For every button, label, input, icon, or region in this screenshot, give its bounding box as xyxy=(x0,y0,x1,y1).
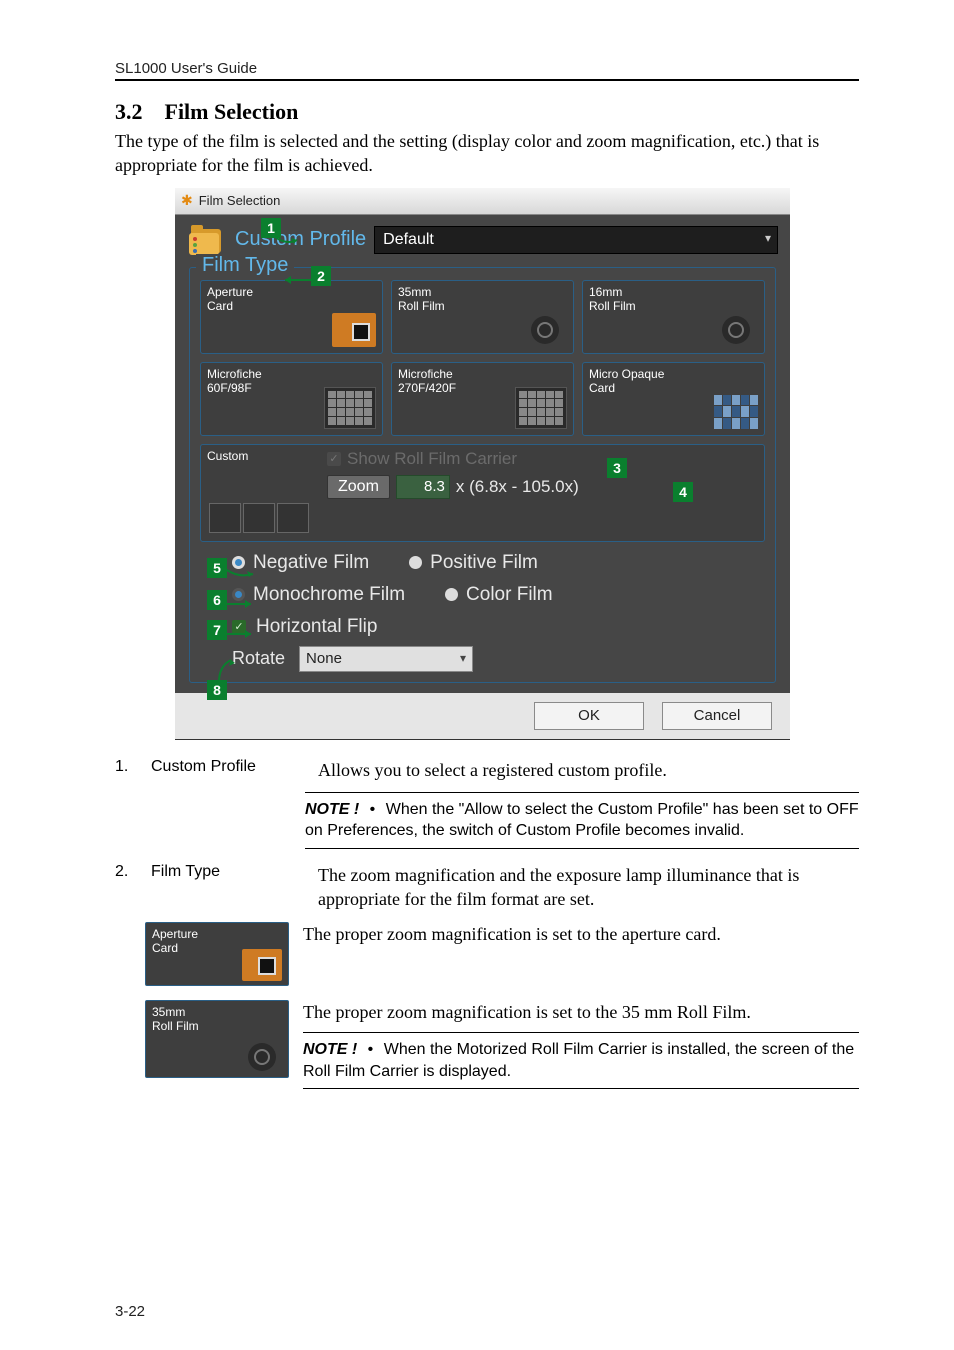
sample-label: Card xyxy=(152,941,178,955)
horizontal-flip-label: Horizontal Flip xyxy=(256,616,377,638)
callout-2: 2 xyxy=(311,266,331,286)
section-intro: The type of the film is selected and the… xyxy=(115,129,859,178)
film-card-label: Microfiche xyxy=(398,367,567,381)
dialog-title: Film Selection xyxy=(199,193,281,208)
roll-film-icon xyxy=(242,1041,282,1073)
note-box: NOTE ! • When the "Allow to select the C… xyxy=(305,792,859,849)
bullet-icon: • xyxy=(364,799,382,821)
section-number: 3.2 xyxy=(115,99,143,124)
film-card-label: Card xyxy=(207,299,376,313)
film-card-fiche270[interactable]: Microfiche 270F/420F xyxy=(391,362,574,436)
sample-desc: The proper zoom magnification is set to … xyxy=(303,1000,859,1024)
zoom-button[interactable]: Zoom xyxy=(327,475,390,499)
roll-film-icon xyxy=(523,313,567,347)
film-card-label: 16mm xyxy=(589,285,758,299)
rotate-value: None xyxy=(306,650,342,667)
gear-icon: ✱ xyxy=(181,192,193,209)
sample-label: 35mm xyxy=(152,1005,185,1019)
callout-arrow xyxy=(227,566,257,580)
callout-8: 8 xyxy=(207,680,227,700)
monochrome-film-label: Monochrome Film xyxy=(253,584,405,606)
sample-desc: The proper zoom magnification is set to … xyxy=(303,922,859,946)
show-roll-checkbox[interactable]: ✓ xyxy=(327,452,341,466)
def-term-custom-profile: Custom Profile xyxy=(151,758,306,776)
rotate-select[interactable]: None xyxy=(299,646,473,672)
section-heading: 3.2 Film Selection xyxy=(115,99,859,125)
callout-6: 6 xyxy=(207,590,227,610)
positive-film-label: Positive Film xyxy=(430,552,538,574)
micro-opaque-icon xyxy=(714,395,758,429)
note-box: NOTE ! • When the Motorized Roll Film Ca… xyxy=(303,1032,859,1089)
film-type-group: Film Type Aperture Card 35mm Roll Film 1… xyxy=(189,267,776,683)
sample-label: Aperture xyxy=(152,927,198,941)
cancel-button[interactable]: Cancel xyxy=(662,702,772,730)
film-card-35mm[interactable]: 35mm Roll Film xyxy=(391,280,574,354)
film-card-opaque[interactable]: Micro Opaque Card xyxy=(582,362,765,436)
microfiche-icon xyxy=(515,387,567,429)
color-film-radio[interactable] xyxy=(445,588,458,601)
aperture-card-icon xyxy=(242,949,282,981)
callout-arrow xyxy=(227,628,257,640)
def-term-film-type: Film Type xyxy=(151,863,306,881)
callout-5: 5 xyxy=(207,558,227,578)
custom-profile-value: Default xyxy=(383,231,434,249)
microfiche-icon xyxy=(324,387,376,429)
film-card-label: Card xyxy=(589,381,758,395)
callout-4: 4 xyxy=(673,482,693,502)
custom-profile-select[interactable]: Default xyxy=(374,226,778,254)
rotate-label: Rotate xyxy=(232,648,285,669)
sample-label: Roll Film xyxy=(152,1019,199,1033)
dialog-button-bar: OK Cancel xyxy=(175,693,790,739)
section-title: Film Selection xyxy=(165,99,299,124)
callout-arrow xyxy=(279,274,313,286)
film-card-label: Roll Film xyxy=(398,299,567,313)
bullet-icon: • xyxy=(362,1039,380,1061)
callout-arrow xyxy=(227,598,257,610)
negative-film-label: Negative Film xyxy=(253,552,369,574)
callout-7: 7 xyxy=(207,620,227,640)
film-card-fiche60[interactable]: Microfiche 60F/98F xyxy=(200,362,383,436)
zoom-range: x (6.8x - 105.0x) xyxy=(456,477,579,497)
page-header: SL1000 User's Guide xyxy=(115,60,859,77)
roll-film-icon xyxy=(714,313,758,347)
sample-card-aperture: Aperture Card xyxy=(145,922,289,986)
note-text: When the Motorized Roll Film Carrier is … xyxy=(303,1041,854,1080)
film-card-label: 35mm xyxy=(398,285,567,299)
film-card-aperture[interactable]: Aperture Card xyxy=(200,280,383,354)
sample-card-35mm: 35mm Roll Film xyxy=(145,1000,289,1078)
def-number: 2. xyxy=(115,863,139,881)
film-card-label: Micro Opaque xyxy=(589,367,758,381)
film-card-16mm[interactable]: 16mm Roll Film xyxy=(582,280,765,354)
header-rule xyxy=(115,79,859,81)
film-card-label: Roll Film xyxy=(589,299,758,313)
color-film-label: Color Film xyxy=(466,584,553,606)
show-roll-label: Show Roll Film Carrier xyxy=(347,449,517,469)
positive-film-radio[interactable] xyxy=(409,556,422,569)
def-number: 1. xyxy=(115,758,139,776)
dialog-titlebar: ✱ Film Selection xyxy=(175,188,790,215)
note-lead: NOTE ! xyxy=(305,801,359,818)
note-text: When the "Allow to select the Custom Pro… xyxy=(305,801,859,840)
def-text: The zoom magnification and the exposure … xyxy=(318,863,859,912)
def-text: Allows you to select a registered custom… xyxy=(318,758,667,782)
ok-button[interactable]: OK xyxy=(534,702,644,730)
aperture-card-icon xyxy=(332,313,376,347)
callout-1: 1 xyxy=(261,218,281,238)
film-card-label: Aperture xyxy=(207,285,376,299)
custom-thumbs-icon xyxy=(209,503,309,533)
callout-3: 3 xyxy=(607,458,627,478)
film-selection-dialog: ✱ Film Selection Custom Profile Default … xyxy=(175,188,790,740)
note-lead: NOTE ! xyxy=(303,1041,357,1058)
film-card-label: Microfiche xyxy=(207,367,376,381)
zoom-value[interactable]: 8.3 xyxy=(396,475,450,499)
page-number: 3-22 xyxy=(115,1303,145,1320)
